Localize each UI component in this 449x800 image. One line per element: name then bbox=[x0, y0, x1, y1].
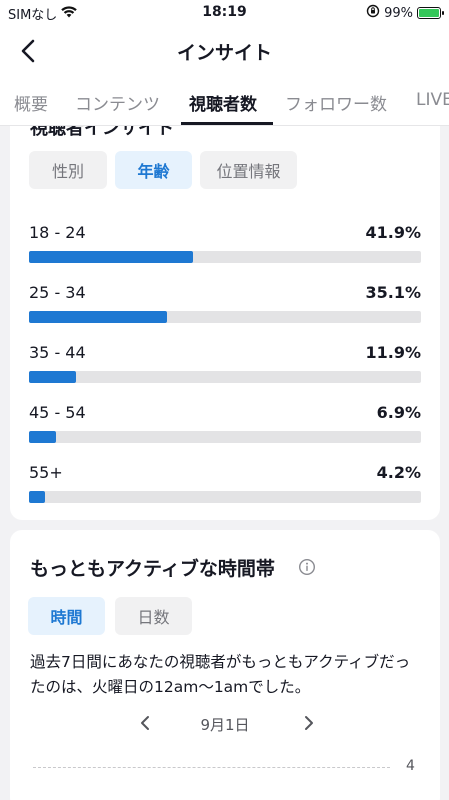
filter-location[interactable]: 位置情報 bbox=[200, 151, 297, 189]
tab-content[interactable]: コンテンツ bbox=[75, 90, 160, 115]
audience-card-title: 視聴者インサイト bbox=[30, 126, 174, 139]
chart-y-tick: 4 bbox=[406, 758, 415, 774]
age-label: 45 - 54 bbox=[29, 403, 86, 422]
battery-fill bbox=[419, 9, 439, 17]
age-bar-fill bbox=[29, 251, 194, 263]
battery-percent: 99% bbox=[384, 5, 413, 21]
tab-followers[interactable]: フォロワー数 bbox=[285, 90, 387, 115]
age-bar-track bbox=[29, 491, 421, 503]
age-percent: 11.9% bbox=[365, 343, 421, 362]
active-time-card: もっともアクティブな時間帯 時間 日数 過去7日間にあなたの視聴者がもっともアク… bbox=[10, 530, 440, 800]
next-date-button[interactable] bbox=[296, 711, 320, 735]
toggle-days[interactable]: 日数 bbox=[115, 597, 192, 635]
date-navigator: 9月1日 bbox=[10, 711, 440, 737]
age-bar-track bbox=[29, 251, 421, 263]
status-right: 99% bbox=[366, 4, 444, 22]
toggle-hours[interactable]: 時間 bbox=[28, 597, 105, 635]
age-label: 35 - 44 bbox=[29, 343, 86, 362]
age-label: 55+ bbox=[29, 463, 63, 482]
active-time-title: もっともアクティブな時間帯 bbox=[30, 558, 275, 580]
age-bar-track bbox=[29, 311, 421, 323]
audience-card: 視聴者インサイト 性別 年齢 位置情報 18 - 24 41.9% 25 - 3… bbox=[10, 126, 440, 520]
age-percent: 4.2% bbox=[376, 463, 421, 482]
age-bar-fill bbox=[29, 371, 76, 383]
chart-gridline bbox=[33, 767, 390, 768]
chevron-right-icon bbox=[305, 716, 313, 730]
active-time-description: 過去7日間にあなたの視聴者がもっともアクティブだったのは、火曜日の12am〜1a… bbox=[30, 653, 411, 696]
info-icon[interactable] bbox=[298, 558, 316, 576]
tab-live[interactable]: LIVE bbox=[416, 90, 449, 110]
battery-icon bbox=[417, 7, 444, 19]
tab-bar: 概要 コンテンツ 視聴者数 フォロワー数 LIVE bbox=[0, 78, 449, 126]
age-percent: 35.1% bbox=[365, 283, 421, 302]
age-label: 25 - 34 bbox=[29, 283, 86, 302]
age-bar-track bbox=[29, 431, 421, 443]
status-bar: SIMなし 18:19 99% bbox=[0, 0, 449, 26]
age-percent: 41.9% bbox=[365, 223, 421, 242]
tab-overview[interactable]: 概要 bbox=[14, 90, 48, 115]
age-bar-fill bbox=[29, 431, 57, 443]
filter-age[interactable]: 年齢 bbox=[115, 151, 192, 189]
tab-viewers[interactable]: 視聴者数 bbox=[189, 90, 257, 115]
age-bar-fill bbox=[29, 491, 46, 503]
age-bar-track bbox=[29, 371, 421, 383]
age-label: 18 - 24 bbox=[29, 223, 86, 242]
date-label: 9月1日 bbox=[200, 716, 250, 734]
orientation-lock-icon bbox=[366, 4, 380, 22]
active-tab-indicator bbox=[181, 122, 273, 125]
nav-header: インサイト bbox=[0, 26, 449, 78]
age-bar-fill bbox=[29, 311, 167, 323]
age-percent: 6.9% bbox=[376, 403, 421, 422]
page-title: インサイト bbox=[176, 42, 272, 64]
filter-gender[interactable]: 性別 bbox=[29, 151, 107, 189]
